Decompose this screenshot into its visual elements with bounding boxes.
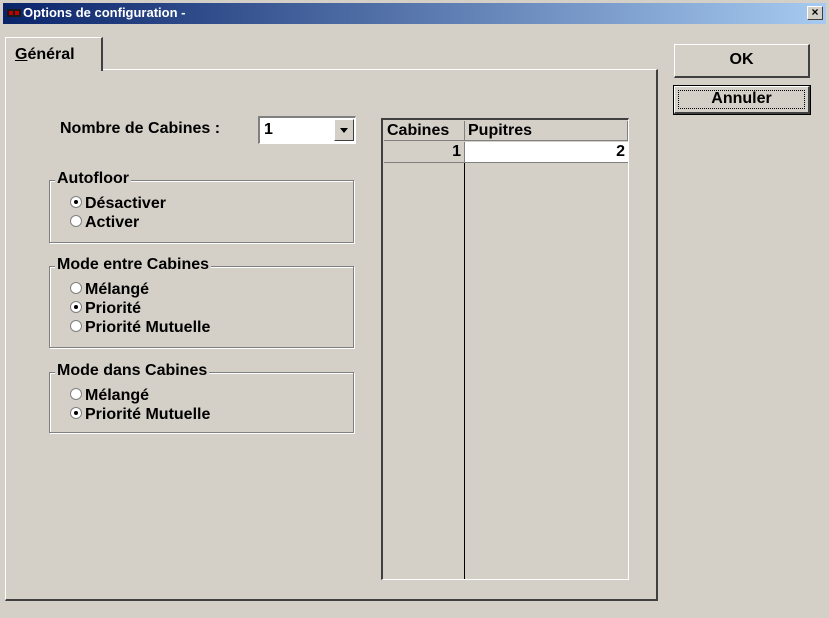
tab-general[interactable]: Général <box>5 37 103 71</box>
radio-label: Priorité <box>85 300 142 317</box>
radio-priorite-mutuelle[interactable]: Priorité Mutuelle <box>70 319 210 339</box>
table-cell-cabines: 1 <box>384 142 465 163</box>
ok-button[interactable]: OK <box>674 44 810 78</box>
tab-label: Général <box>15 46 75 63</box>
radio-button[interactable] <box>70 196 82 209</box>
mode-between-title: Mode entre Cabines <box>55 256 212 274</box>
cancel-button[interactable]: Annuler <box>673 85 811 115</box>
title-bar[interactable]: Options de configuration - × <box>3 3 826 24</box>
radio-button[interactable] <box>70 215 82 228</box>
radio-label: Désactiver <box>85 195 166 212</box>
cabins-label: Nombre de Cabines : <box>60 120 221 137</box>
radio-priorite[interactable]: Priorité <box>70 300 141 320</box>
radio-label: Priorité Mutuelle <box>85 319 211 336</box>
chevron-down-icon[interactable] <box>334 119 354 141</box>
mode-between-group: Mode entre Cabines Mélangé Priorité Prio… <box>49 256 354 348</box>
radio-label: Priorité Mutuelle <box>85 406 211 423</box>
app-icon <box>7 9 21 17</box>
radio-button[interactable] <box>70 282 82 295</box>
radio-label: Mélangé <box>85 281 150 298</box>
radio-desactiver[interactable]: Désactiver <box>70 195 166 215</box>
radio-button[interactable] <box>70 301 82 314</box>
close-button[interactable]: × <box>807 6 823 20</box>
radio-activer[interactable]: Activer <box>70 214 139 234</box>
radio-button[interactable] <box>70 320 82 333</box>
focus-rect <box>678 90 805 109</box>
column-header-pupitres[interactable]: Pupitres <box>465 121 628 141</box>
autofloor-title: Autofloor <box>55 170 131 188</box>
config-dialog: Options de configuration - × Général OK … <box>0 0 829 618</box>
grid-divider <box>464 163 465 579</box>
autofloor-group: Autofloor Désactiver Activer <box>49 170 354 243</box>
window-title: Options de configuration - <box>23 5 186 20</box>
radio-label: Activer <box>85 214 140 231</box>
column-header-cabines[interactable]: Cabines <box>384 121 465 141</box>
mode-within-title: Mode dans Cabines <box>55 362 210 380</box>
cabins-value: 1 <box>264 121 273 138</box>
mode-within-group: Mode dans Cabines Mélangé Priorité Mutue… <box>49 362 354 433</box>
radio-melange[interactable]: Mélangé <box>70 387 149 407</box>
table-cell-pupitres[interactable]: 2 <box>465 142 628 163</box>
cabins-grid[interactable]: Cabines Pupitres 1 2 <box>381 118 629 580</box>
radio-button[interactable] <box>70 388 82 401</box>
radio-melange[interactable]: Mélangé <box>70 281 149 301</box>
radio-priorite-mutuelle[interactable]: Priorité Mutuelle <box>70 406 210 426</box>
radio-label: Mélangé <box>85 387 150 404</box>
cabins-select[interactable]: 1 <box>258 116 356 144</box>
radio-button[interactable] <box>70 407 82 420</box>
